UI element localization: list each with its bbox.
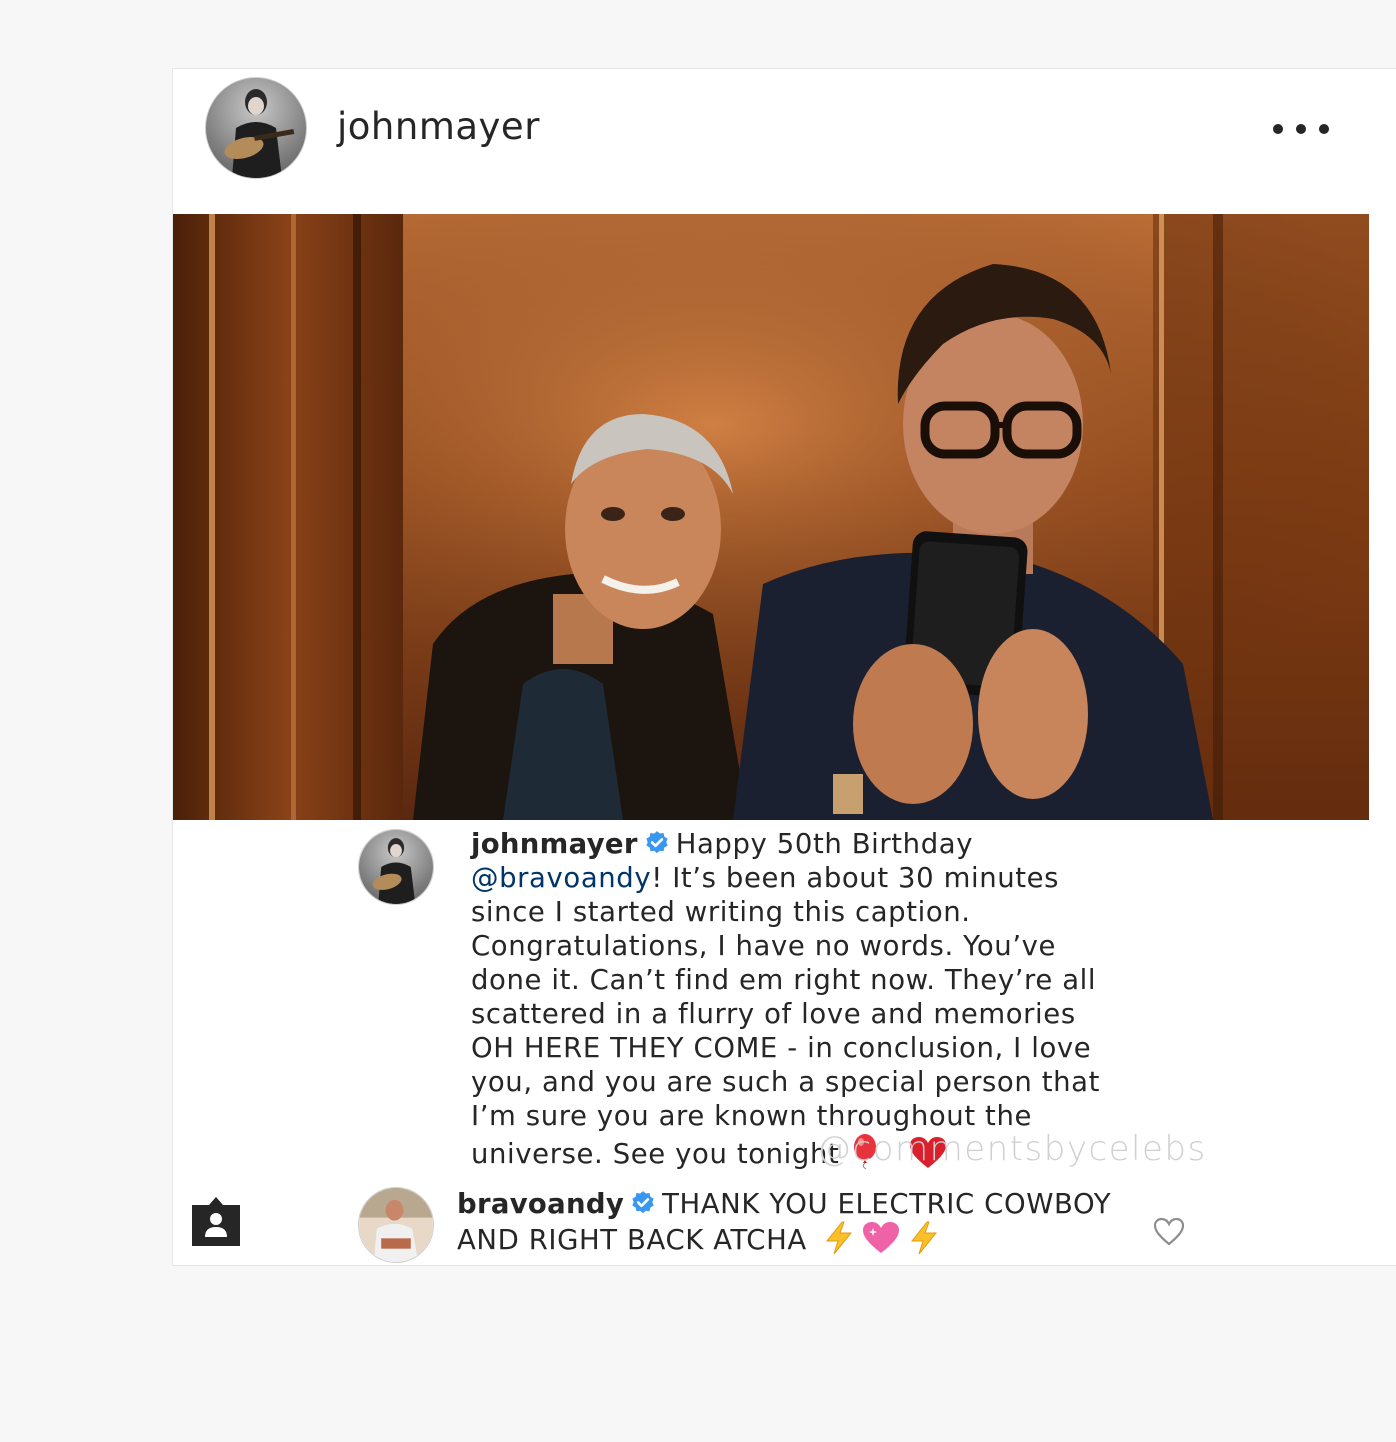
caption-avatar[interactable] bbox=[358, 829, 434, 905]
caption-text-start: Happy 50th Birthday bbox=[675, 828, 974, 860]
more-options-button[interactable] bbox=[1273, 111, 1329, 147]
mention-link[interactable]: @bravoandy bbox=[471, 862, 651, 894]
sparkling-heart-icon bbox=[863, 1222, 900, 1253]
verified-badge-icon bbox=[632, 1191, 654, 1214]
post-caption: johnmayer Happy 50th Birthday @bravoandy!… bbox=[471, 827, 1111, 1171]
heart-outline-icon bbox=[1153, 1217, 1185, 1246]
high-voltage-icon bbox=[826, 1221, 853, 1255]
elevator-selfie-image bbox=[173, 214, 1369, 820]
more-dot bbox=[1319, 124, 1329, 134]
caption-username[interactable]: johnmayer bbox=[471, 828, 638, 860]
post-photo[interactable] bbox=[173, 214, 1369, 820]
watermark-text: @commentsbycelebs bbox=[817, 1129, 1207, 1169]
reply-comment: bravoandy THANK YOU ELECTRIC COWBOY AND R… bbox=[457, 1187, 1137, 1257]
post-header: johnmayer bbox=[173, 69, 1396, 215]
like-comment-button[interactable] bbox=[1153, 1217, 1185, 1247]
tagged-people-button[interactable] bbox=[189, 1193, 243, 1249]
user-tag-icon bbox=[192, 1197, 240, 1246]
comment-username[interactable]: bravoandy bbox=[457, 1188, 624, 1220]
post-username[interactable]: johnmayer bbox=[337, 105, 540, 148]
more-horizontal-icon bbox=[1273, 124, 1283, 134]
more-dot bbox=[1296, 124, 1306, 134]
comment-avatar[interactable] bbox=[358, 1187, 434, 1263]
high-voltage-icon bbox=[910, 1221, 937, 1255]
post-card: johnmayer johnmayer Happy 50th Birthday … bbox=[172, 68, 1396, 1266]
verified-badge-icon bbox=[646, 831, 668, 854]
profile-avatar[interactable] bbox=[205, 77, 307, 179]
caption-text-body: ! It’s been about 30 minutes since I sta… bbox=[471, 862, 1100, 1170]
